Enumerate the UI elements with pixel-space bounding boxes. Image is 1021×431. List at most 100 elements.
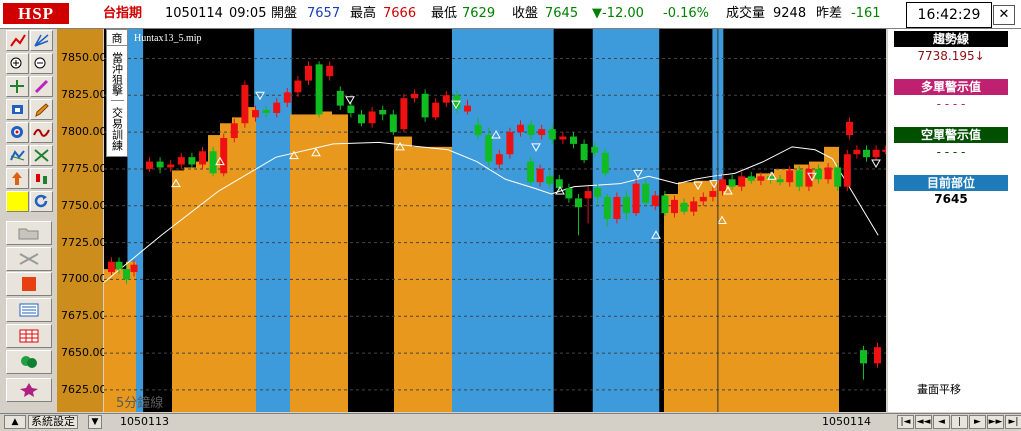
nav-back-button[interactable]: ◄ (933, 415, 950, 429)
fan-icon[interactable] (30, 30, 53, 51)
candle-up (805, 168, 813, 187)
candle-up (517, 124, 524, 133)
zoom-out-icon[interactable] (30, 53, 53, 74)
arrow-icon[interactable] (6, 168, 29, 189)
close-button[interactable]: ✕ (993, 5, 1015, 25)
sell-signal-icon (345, 96, 355, 105)
arrow-down-icon[interactable]: ▼ (88, 415, 102, 429)
candle-down (580, 143, 588, 161)
candle-up (177, 157, 185, 165)
diff-label: 昨差 (816, 6, 843, 21)
candle-down (347, 105, 355, 113)
people-icon[interactable] (6, 350, 52, 374)
stop-icon[interactable] (6, 272, 52, 296)
folder-icon[interactable] (6, 221, 52, 245)
nav-first-button[interactable]: |◄ (897, 415, 914, 429)
y-tick-label: 7850.00 (61, 51, 107, 65)
candle-down (834, 167, 842, 187)
crosshair-icon[interactable] (6, 76, 29, 97)
y-tick-label: 7625.00 (61, 382, 107, 396)
orange-zone (756, 173, 774, 412)
vertical-tab-panel: 商 當沖狙擊 交易訓練 (106, 29, 128, 157)
candle-up (167, 164, 175, 168)
system-settings-button[interactable]: 系統設定 (28, 415, 78, 429)
candle-down (389, 114, 397, 133)
candle-icon[interactable] (30, 168, 53, 189)
x-label-start: 1050113 (120, 415, 169, 428)
wave-icon[interactable] (30, 122, 53, 143)
candle-up (220, 138, 228, 174)
candle-down (575, 198, 582, 208)
candle-down (565, 188, 573, 199)
candlestick-chart[interactable]: Huntax13_5.mip 5分鐘線 (103, 29, 983, 413)
candle-down (379, 110, 387, 115)
candle-down (623, 196, 630, 214)
pen-icon[interactable] (30, 99, 53, 120)
long-alert-label: 多單警示值 (894, 79, 1008, 95)
candle-up (411, 93, 418, 99)
candle-up (651, 195, 659, 206)
candle-up (273, 102, 281, 113)
eraser-icon[interactable] (6, 99, 29, 120)
tab-training[interactable]: 交易訓練 (111, 103, 124, 155)
box-icon[interactable] (6, 191, 29, 212)
candle-up (786, 170, 794, 183)
nav-last-button[interactable]: ►| (1005, 415, 1021, 429)
candle-up (699, 196, 707, 202)
chart-canvas[interactable]: Huntax13_5.mip 5分鐘線 (103, 29, 983, 413)
tab-day-trade[interactable]: 當沖狙擊 (110, 48, 124, 101)
candle-up (559, 136, 567, 140)
system-menu-icon[interactable]: ▲ (4, 415, 26, 429)
candle-up (495, 154, 503, 165)
position-label: 目前部位 (894, 175, 1008, 191)
nav-fast-back-button[interactable]: ◄◄ (915, 415, 932, 429)
blue-zone (592, 29, 660, 412)
candle-up (130, 264, 138, 273)
nav-forward-button[interactable]: ► (969, 415, 986, 429)
candle-up (632, 183, 640, 214)
candle-up (824, 167, 832, 180)
position-value: 7645 (934, 192, 968, 206)
y-tick-label: 7750.00 (61, 198, 107, 212)
pencil-icon[interactable] (30, 76, 53, 97)
candle-up (709, 191, 717, 197)
chart-icon[interactable] (6, 145, 29, 166)
target-icon[interactable] (6, 122, 29, 143)
pan-label: 畫面平移 (917, 383, 961, 396)
candle-down (315, 64, 323, 115)
quote-date: 1050114 (165, 6, 223, 21)
blue-zone (451, 29, 554, 412)
grid-icon[interactable] (6, 324, 52, 348)
nav-fast-forward-button[interactable]: ►► (987, 415, 1004, 429)
open-label: 開盤 (271, 6, 298, 21)
candle-down (156, 161, 164, 168)
candle-up (738, 176, 746, 187)
candle-up (326, 65, 334, 77)
candle-down (860, 350, 867, 364)
data-icon[interactable] (6, 298, 52, 322)
orange-zone (304, 114, 318, 412)
tab-shang[interactable]: 商 (107, 30, 127, 46)
candle-down (262, 110, 270, 113)
candle-down (747, 176, 755, 181)
candle-up (613, 196, 621, 220)
trend-line-icon[interactable] (6, 30, 29, 51)
candle-down (546, 176, 554, 184)
zoom-in-icon[interactable] (6, 53, 29, 74)
high-value: 7666 (383, 6, 417, 21)
candle-up (719, 179, 726, 192)
candle-down (680, 202, 688, 212)
star-icon[interactable] (6, 378, 52, 402)
candle-up (368, 111, 376, 124)
candle-up (757, 176, 765, 181)
orange-zone (104, 269, 126, 412)
y-tick-label: 7800.00 (61, 125, 107, 139)
orange-zone (232, 117, 244, 412)
cross-icon[interactable] (30, 145, 53, 166)
change-value: ▼-12.00 (592, 6, 644, 21)
nav-center-button[interactable]: | (951, 415, 968, 429)
scissors-icon[interactable] (6, 247, 52, 271)
y-tick-label: 7775.00 (61, 161, 107, 175)
trend-label: 趨勢線 (894, 31, 1008, 47)
refresh-icon[interactable] (30, 191, 53, 212)
